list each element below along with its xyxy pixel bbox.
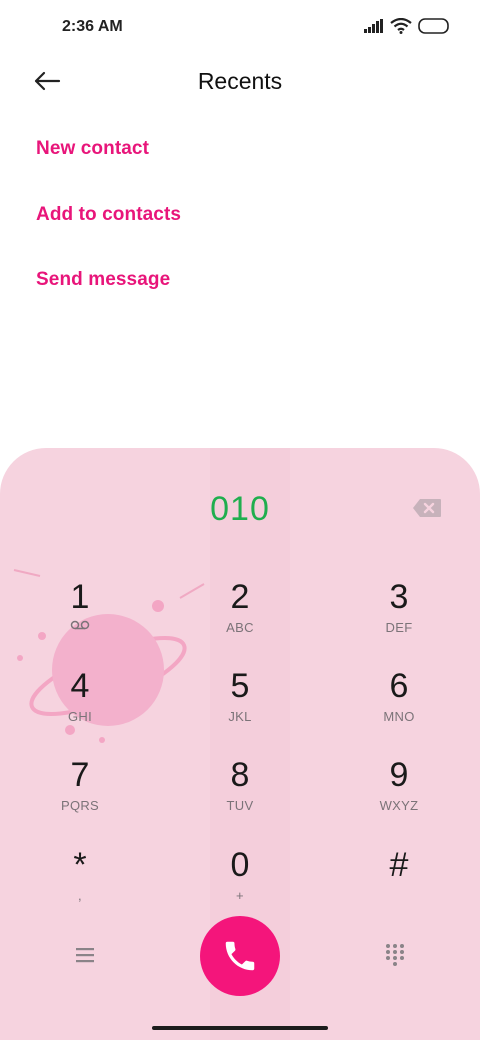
key-letters: GHI — [67, 709, 92, 724]
page-title: Recents — [197, 68, 283, 94]
key-letters: JKL — [228, 709, 252, 724]
key-4[interactable]: 4 GHI — [20, 667, 140, 747]
signal-icon — [364, 19, 383, 33]
header: Recents — [0, 56, 480, 108]
backspace-icon[interactable] — [412, 498, 442, 518]
key-1[interactable]: 1 — [20, 578, 140, 658]
key-digit: 6 — [389, 667, 409, 705]
new-contact-link[interactable]: New contact — [36, 138, 149, 160]
key-2[interactable]: 2 ABC — [180, 578, 300, 658]
key-5[interactable]: 5 JKL — [180, 667, 300, 747]
call-button[interactable] — [200, 916, 280, 996]
key-letters: DEF — [385, 620, 413, 635]
key-digit: # — [389, 846, 409, 884]
menu-icon[interactable] — [72, 942, 98, 968]
key-star[interactable]: * , — [20, 846, 140, 926]
key-digit: 9 — [389, 756, 409, 794]
key-0[interactable]: 0 + — [180, 846, 300, 926]
key-letters: MNO — [383, 709, 415, 724]
dialer-panel: 010 1 2 ABC 3 DEF 4 GHI 5 JKL 6 MNO 7 PQ… — [0, 448, 480, 1040]
voicemail-icon — [70, 620, 90, 630]
status-time: 2:36 AM — [62, 18, 123, 35]
key-digit: 2 — [230, 578, 250, 616]
key-letters: + — [236, 888, 244, 903]
key-digit: 5 — [230, 667, 250, 705]
key-letters: TUV — [226, 798, 254, 813]
key-digit: 1 — [70, 578, 90, 616]
key-digit: 7 — [70, 756, 90, 794]
status-bar: 2:36 AM — [0, 0, 480, 56]
key-9[interactable]: 9 WXYZ — [339, 756, 459, 836]
key-8[interactable]: 8 TUV — [180, 756, 300, 836]
phone-screen: 2:36 AM Recents New contact Add to conta… — [0, 0, 480, 1040]
dialpad-icon[interactable] — [382, 942, 408, 968]
add-to-contacts-link[interactable]: Add to contacts — [36, 204, 181, 226]
home-indicator[interactable] — [152, 1026, 328, 1030]
key-digit: 4 — [70, 667, 90, 705]
status-icons — [364, 18, 450, 34]
key-digit: 0 — [230, 846, 250, 884]
key-3[interactable]: 3 DEF — [339, 578, 459, 658]
battery-icon — [418, 18, 449, 34]
send-message-link[interactable]: Send message — [36, 269, 170, 291]
key-7[interactable]: 7 PQRS — [20, 756, 140, 836]
key-letters: PQRS — [60, 798, 100, 813]
key-letters: ABC — [226, 620, 254, 635]
key-hash[interactable]: # — [339, 846, 459, 926]
key-6[interactable]: 6 MNO — [339, 667, 459, 747]
wifi-icon — [390, 18, 412, 34]
key-letters: WXYZ — [379, 798, 419, 813]
dialed-number: 010 — [210, 490, 270, 528]
key-digit: * — [73, 846, 87, 884]
key-letters: , — [78, 888, 82, 903]
key-digit: 8 — [230, 756, 250, 794]
phone-icon — [225, 941, 255, 971]
key-digit: 3 — [389, 578, 409, 616]
